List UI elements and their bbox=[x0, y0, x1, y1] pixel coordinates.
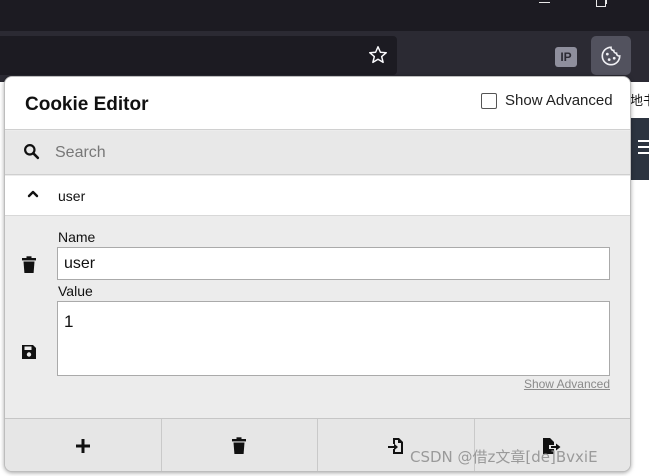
bookmark-star-icon[interactable] bbox=[367, 44, 389, 66]
browser-toolbar: IP bbox=[0, 31, 649, 82]
ip-extension-icon[interactable]: IP bbox=[555, 47, 577, 67]
add-cookie-button[interactable] bbox=[5, 419, 162, 471]
show-advanced-checkbox[interactable] bbox=[481, 92, 497, 109]
name-field[interactable] bbox=[57, 247, 610, 280]
show-advanced-link[interactable]: Show Advanced bbox=[524, 377, 610, 391]
popup-header: Cookie Editor Show Advanced bbox=[5, 77, 630, 130]
cookie-icon bbox=[601, 46, 621, 66]
trash-icon bbox=[232, 437, 247, 454]
cookie-editor-popup: Cookie Editor Show Advanced user Name bbox=[4, 76, 631, 472]
popup-title: Cookie Editor bbox=[25, 94, 149, 115]
value-field-label: Value bbox=[58, 283, 93, 299]
delete-all-button[interactable] bbox=[162, 419, 318, 471]
value-field[interactable]: 1 bbox=[57, 301, 610, 376]
search-icon bbox=[24, 144, 40, 160]
hamburger-menu-icon[interactable] bbox=[638, 140, 649, 154]
page-text-fragment: 地书 bbox=[630, 94, 649, 109]
page-navbar bbox=[630, 118, 649, 180]
watermark-text: CSDN @借z文章[de]BvxiE bbox=[410, 448, 598, 466]
show-advanced-toggle[interactable]: Show Advanced bbox=[481, 92, 613, 109]
restore-button[interactable] bbox=[590, 0, 612, 10]
browser-titlebar bbox=[0, 0, 649, 31]
cookie-name-label: user bbox=[58, 188, 86, 204]
save-cookie-icon[interactable] bbox=[21, 344, 37, 360]
import-icon bbox=[387, 438, 403, 454]
cookie-edit-form: Name Value 1 Show Advanced bbox=[5, 217, 630, 418]
cookie-editor-extension-button[interactable] bbox=[591, 36, 631, 75]
cookie-item-header[interactable]: user bbox=[5, 176, 630, 216]
plus-icon bbox=[75, 439, 90, 453]
search-bar bbox=[5, 131, 630, 175]
name-field-label: Name bbox=[58, 229, 96, 245]
search-input[interactable] bbox=[55, 139, 615, 167]
delete-cookie-icon[interactable] bbox=[21, 256, 37, 274]
chevron-up-icon[interactable] bbox=[27, 188, 39, 200]
show-advanced-label: Show Advanced bbox=[505, 92, 613, 109]
address-bar[interactable] bbox=[0, 36, 397, 75]
minimize-button[interactable] bbox=[534, 0, 556, 10]
